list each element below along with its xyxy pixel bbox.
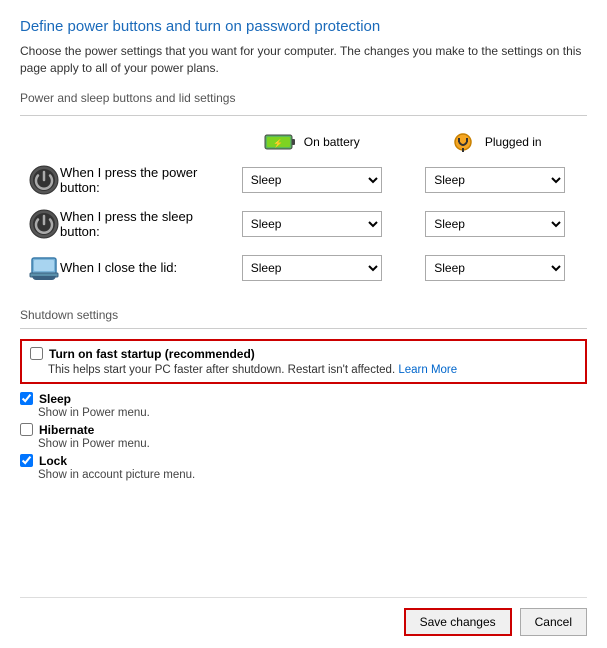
label-lock[interactable]: Lock [39, 454, 67, 468]
select-lid-plugged[interactable]: Do nothingSleepHibernateShut downTurn of… [425, 255, 565, 281]
sublabel-sleep: Show in Power menu. [38, 407, 587, 419]
select-lid-battery[interactable]: Do nothingSleepHibernateShut downTurn of… [242, 255, 382, 281]
plugged-in-label: Plugged in [485, 135, 542, 149]
section-divider [20, 115, 587, 116]
row-icon-lid [28, 252, 60, 284]
fast-startup-description: This helps start your PC faster after sh… [48, 364, 577, 376]
checkbox-sleep[interactable] [20, 392, 33, 405]
checkbox-lock[interactable] [20, 454, 33, 467]
power-row-lid: When I close the lid: Do nothingSleepHibe… [20, 246, 587, 290]
select-sleep-button-plugged[interactable]: Do nothingSleepHibernateShut downTurn of… [425, 211, 565, 237]
on-battery-label: On battery [304, 135, 360, 149]
fast-startup-box: Turn on fast startup (recommended) This … [20, 339, 587, 384]
cancel-button[interactable]: Cancel [520, 608, 587, 636]
col-plugged-in: Plugged in [404, 126, 588, 158]
page-description: Choose the power settings that you want … [20, 43, 587, 77]
checkbox-hibernate[interactable] [20, 423, 33, 436]
shutdown-item-hibernate: HibernateShow in Power menu. [20, 423, 587, 450]
row-label-sleep-button: When I press the sleep button: [60, 209, 212, 239]
shutdown-section: Shutdown settings Turn on fast startup (… [20, 308, 587, 485]
power-section-label: Power and sleep buttons and lid settings [20, 91, 587, 105]
row-label-power-button: When I press the power button: [60, 165, 212, 195]
battery-icon: ⚡ [264, 133, 296, 151]
label-sleep[interactable]: Sleep [39, 392, 71, 406]
shutdown-item-lock: LockShow in account picture menu. [20, 454, 587, 481]
row-label-lid: When I close the lid: [60, 260, 177, 275]
row-icon-power-button [28, 164, 60, 196]
learn-more-link[interactable]: Learn More [398, 364, 457, 376]
power-row-power-button: When I press the power button: Do nothing… [20, 158, 587, 202]
plugged-icon [449, 132, 477, 152]
bottom-bar: Save changes Cancel [20, 597, 587, 648]
shutdown-items: SleepShow in Power menu.HibernateShow in… [20, 392, 587, 481]
shutdown-title: Shutdown settings [20, 308, 587, 322]
power-table: ⚡ On battery [20, 126, 587, 290]
sublabel-hibernate: Show in Power menu. [38, 438, 587, 450]
select-sleep-button-battery[interactable]: Do nothingSleepHibernateShut downTurn of… [242, 211, 382, 237]
page-container: Define power buttons and turn on passwor… [0, 0, 607, 648]
sublabel-lock: Show in account picture menu. [38, 469, 587, 481]
page-title: Define power buttons and turn on passwor… [20, 18, 587, 35]
row-icon-sleep-button [28, 208, 60, 240]
shutdown-item-sleep: SleepShow in Power menu. [20, 392, 587, 419]
select-power-button-battery[interactable]: Do nothingSleepHibernateShut downTurn of… [242, 167, 382, 193]
save-button[interactable]: Save changes [404, 608, 512, 636]
shutdown-divider [20, 328, 587, 329]
select-power-button-plugged[interactable]: Do nothingSleepHibernateShut downTurn of… [425, 167, 565, 193]
power-row-sleep-button: When I press the sleep button: Do nothing… [20, 202, 587, 246]
fast-startup-desc-text: This helps start your PC faster after sh… [48, 364, 395, 376]
fast-startup-label[interactable]: Turn on fast startup (recommended) [49, 347, 255, 361]
svg-text:⚡: ⚡ [273, 138, 283, 148]
label-hibernate[interactable]: Hibernate [39, 423, 94, 437]
col-on-battery: ⚡ On battery [220, 126, 404, 158]
fast-startup-checkbox[interactable] [30, 347, 43, 360]
